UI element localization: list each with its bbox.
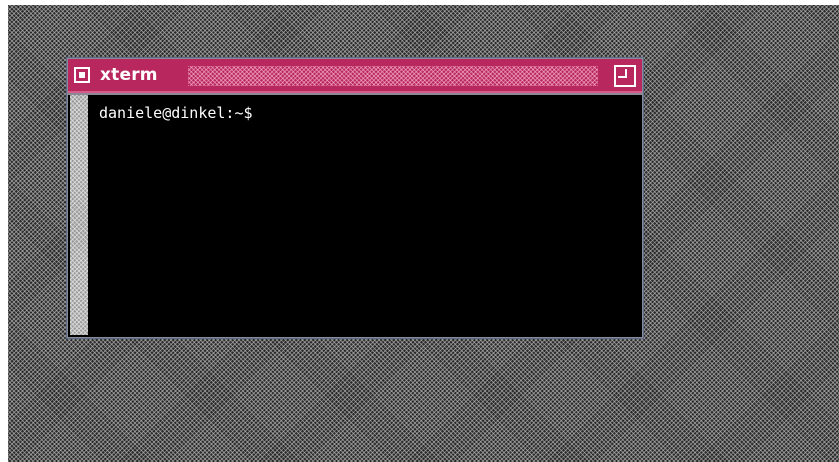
xterm-window[interactable]: xterm daniele@dinkel:~$: [66, 57, 644, 339]
titlebar[interactable]: xterm: [68, 59, 642, 93]
window-title: xterm: [100, 65, 158, 85]
maximize-icon-glyph: [618, 69, 627, 78]
terminal-prompt[interactable]: daniele@dinkel:~$: [99, 104, 638, 333]
titlebar-drag-area[interactable]: [188, 66, 598, 86]
maximize-icon[interactable]: [614, 65, 636, 87]
close-icon-dot: [79, 72, 85, 78]
close-icon[interactable]: [74, 67, 90, 83]
terminal-area[interactable]: daniele@dinkel:~$: [68, 95, 642, 337]
desktop-background: xterm daniele@dinkel:~$: [8, 5, 839, 462]
scrollbar[interactable]: [70, 95, 88, 335]
